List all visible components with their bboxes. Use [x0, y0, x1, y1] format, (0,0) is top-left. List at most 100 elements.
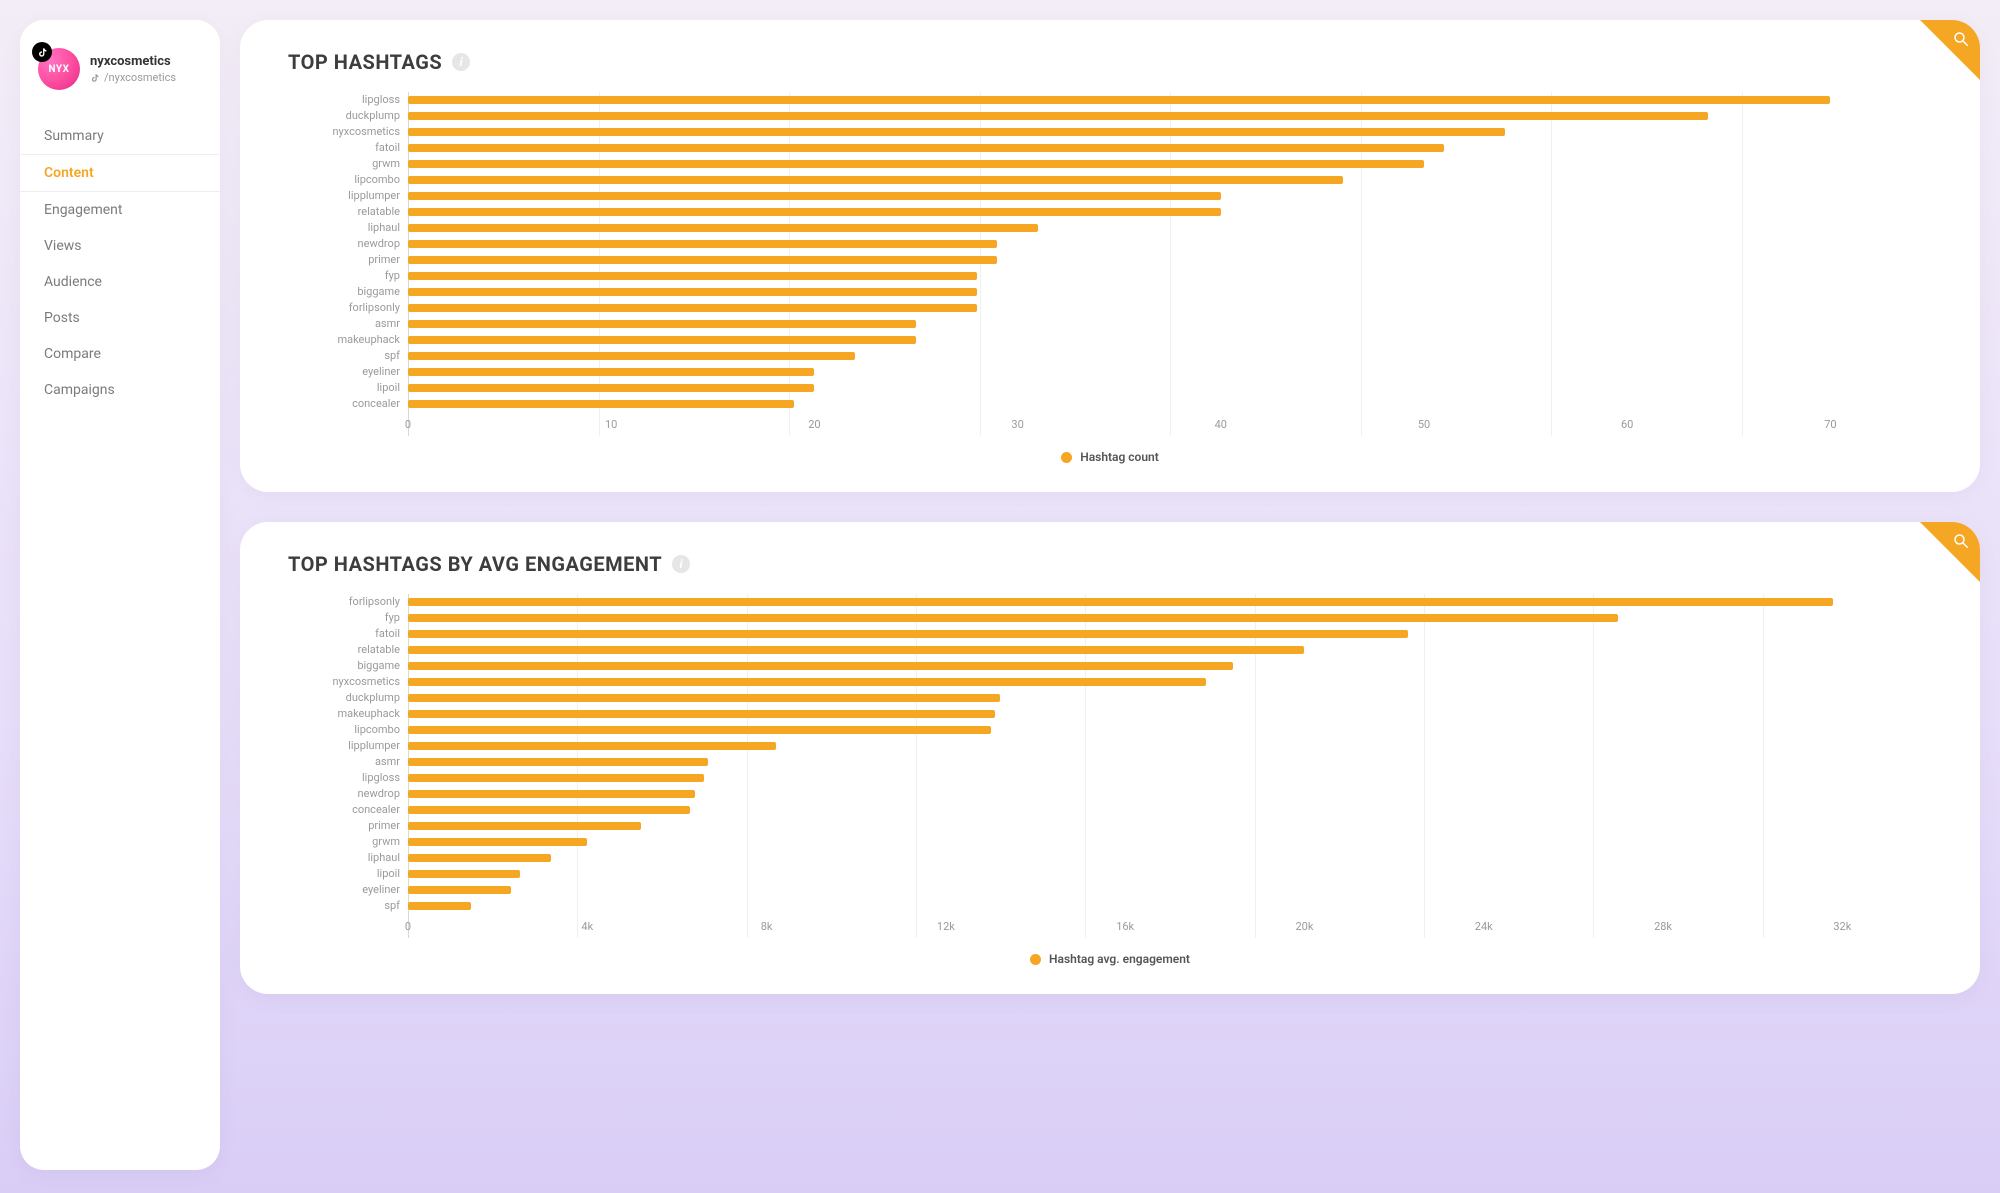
bar[interactable] — [408, 128, 1505, 136]
y-label: concealer — [352, 802, 400, 818]
bar-row — [408, 188, 1932, 204]
bar[interactable] — [408, 646, 1304, 654]
bar[interactable] — [408, 160, 1424, 168]
bar[interactable] — [408, 854, 551, 862]
bar-row — [408, 300, 1932, 316]
bar[interactable] — [408, 630, 1408, 638]
x-tick: 20 — [808, 418, 820, 431]
bar-row — [408, 674, 1932, 690]
bar[interactable] — [408, 758, 708, 766]
bar-row — [408, 642, 1932, 658]
bar-row — [408, 818, 1932, 834]
bar-row — [408, 284, 1932, 300]
bar[interactable] — [408, 256, 997, 264]
bar[interactable] — [408, 790, 695, 798]
bar[interactable] — [408, 710, 995, 718]
bars — [408, 92, 1932, 412]
bar[interactable] — [408, 694, 1000, 702]
bar-row — [408, 898, 1932, 914]
bar[interactable] — [408, 112, 1708, 120]
sidebar-item-campaigns[interactable]: Campaigns — [20, 372, 220, 408]
bar[interactable] — [408, 726, 991, 734]
bar-row — [408, 156, 1932, 172]
x-tick: 40 — [1215, 418, 1227, 431]
bar-row — [408, 658, 1932, 674]
x-axis: 04k8k12k16k20k24k28k32k — [408, 920, 1932, 938]
y-label: fyp — [385, 268, 400, 284]
bar[interactable] — [408, 400, 794, 408]
bar[interactable] — [408, 774, 704, 782]
y-label: spf — [384, 348, 400, 364]
sidebar-item-posts[interactable]: Posts — [20, 300, 220, 336]
y-label: lipoil — [377, 380, 400, 396]
bar-row — [408, 594, 1932, 610]
chart: lipglossduckplumpnyxcosmeticsfatoilgrwml… — [288, 92, 1932, 436]
info-icon[interactable]: i — [452, 53, 470, 71]
bar[interactable] — [408, 144, 1444, 152]
sidebar-item-audience[interactable]: Audience — [20, 264, 220, 300]
card-title: TOP HASHTAGS BY AVG ENGAGEMENT — [288, 552, 662, 576]
avatar-text: NYX — [48, 64, 69, 75]
bar-row — [408, 220, 1932, 236]
sidebar-item-compare[interactable]: Compare — [20, 336, 220, 372]
bar-row — [408, 348, 1932, 364]
tiktok-small-icon — [90, 73, 100, 83]
bar-row — [408, 834, 1932, 850]
y-label: newdrop — [358, 786, 400, 802]
search-icon[interactable] — [1950, 28, 1972, 50]
bar[interactable] — [408, 678, 1206, 686]
chart: forlipsonlyfypfatoilrelatablebiggamenyxc… — [288, 594, 1932, 938]
bar-row — [408, 236, 1932, 252]
bar[interactable] — [408, 240, 997, 248]
tiktok-icon — [32, 42, 52, 62]
bar[interactable] — [408, 336, 916, 344]
bar-row — [408, 252, 1932, 268]
bar[interactable] — [408, 192, 1221, 200]
y-label: asmr — [375, 316, 400, 332]
bar[interactable] — [408, 662, 1233, 670]
bar[interactable] — [408, 272, 977, 280]
bar-row — [408, 722, 1932, 738]
bar[interactable] — [408, 288, 977, 296]
bar[interactable] — [408, 96, 1830, 104]
profile-handle-text: /nyxcosmetics — [104, 71, 176, 84]
bar[interactable] — [408, 384, 814, 392]
bar[interactable] — [408, 806, 690, 814]
y-label: biggame — [357, 284, 400, 300]
y-label: biggame — [357, 658, 400, 674]
bar[interactable] — [408, 598, 1833, 606]
bar-row — [408, 786, 1932, 802]
sidebar-item-engagement[interactable]: Engagement — [20, 192, 220, 228]
profile-name: nyxcosmetics — [90, 54, 176, 69]
bar-row — [408, 364, 1932, 380]
y-label: primer — [368, 252, 400, 268]
bar[interactable] — [408, 304, 977, 312]
bar[interactable] — [408, 320, 916, 328]
bar[interactable] — [408, 886, 511, 894]
bar[interactable] — [408, 870, 520, 878]
y-label: relatable — [358, 204, 400, 220]
bar[interactable] — [408, 176, 1343, 184]
bar[interactable] — [408, 224, 1038, 232]
bar[interactable] — [408, 614, 1618, 622]
x-tick: 28k — [1654, 920, 1672, 933]
bar[interactable] — [408, 902, 471, 910]
sidebar-item-views[interactable]: Views — [20, 228, 220, 264]
info-icon[interactable]: i — [672, 555, 690, 573]
bar[interactable] — [408, 208, 1221, 216]
x-tick: 50 — [1418, 418, 1430, 431]
bar[interactable] — [408, 742, 776, 750]
bar[interactable] — [408, 352, 855, 360]
y-label: lipgloss — [362, 770, 400, 786]
y-label: duckplump — [346, 108, 400, 124]
bar-row — [408, 690, 1932, 706]
y-label: relatable — [358, 642, 400, 658]
x-tick: 60 — [1621, 418, 1633, 431]
sidebar-item-content[interactable]: Content — [20, 154, 220, 192]
bar[interactable] — [408, 838, 587, 846]
sidebar-item-summary[interactable]: Summary — [20, 118, 220, 154]
bar[interactable] — [408, 822, 641, 830]
search-icon[interactable] — [1950, 530, 1972, 552]
bar[interactable] — [408, 368, 814, 376]
bar-row — [408, 850, 1932, 866]
